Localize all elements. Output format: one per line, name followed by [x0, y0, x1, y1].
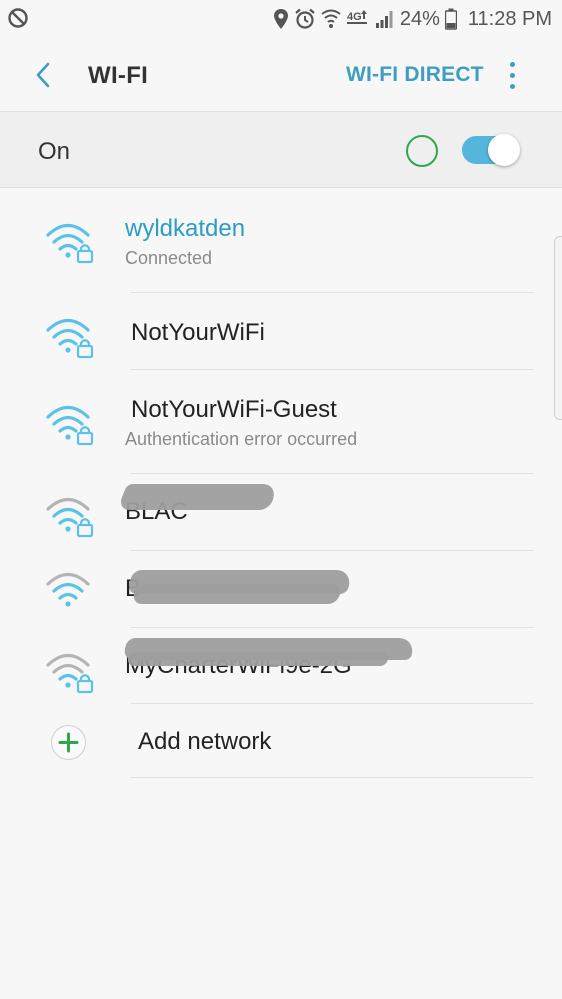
wifi-toggle[interactable]	[462, 134, 520, 166]
redaction-smudge	[127, 652, 389, 666]
signal-icon	[375, 11, 393, 28]
chevron-left-icon	[36, 62, 50, 88]
more-dot-icon	[509, 72, 515, 78]
network-status: Connected	[125, 248, 213, 268]
wifi-medium-icon	[46, 572, 90, 607]
network-item[interactable]: NotYourWiFi	[0, 293, 562, 370]
wifi-secured-full-icon	[46, 318, 94, 359]
plus-icon	[51, 725, 86, 760]
redaction-smudge	[131, 584, 343, 604]
clock: 11:28 PM	[467, 7, 552, 30]
alarm-icon	[295, 8, 315, 29]
more-options-button[interactable]	[500, 58, 524, 92]
network-status: Authentication error occurred	[125, 429, 358, 449]
wifi-calling-icon	[321, 9, 341, 28]
4g-lte-icon: 4G	[346, 10, 367, 24]
battery-percent: 24%	[399, 7, 440, 30]
wifi-secured-medium-icon	[46, 497, 94, 538]
wifi-secured-full-icon	[46, 405, 94, 446]
network-item[interactable]: B	[0, 551, 562, 628]
network-name: wyldkatden	[125, 215, 246, 242]
wifi-secured-full-icon	[46, 223, 94, 264]
scanning-indicator-icon	[406, 135, 438, 167]
wifi-secured-low-icon	[46, 653, 94, 694]
add-network-label: Add network	[138, 728, 272, 755]
network-item[interactable]: BLAC	[0, 474, 562, 551]
back-button[interactable]	[26, 58, 60, 92]
divider	[131, 777, 534, 778]
network-item[interactable]: MyCharterWiFi9e-2G	[0, 628, 562, 704]
more-dot-icon	[509, 61, 515, 67]
network-name: NotYourWiFi-Guest	[131, 396, 337, 423]
add-network-item[interactable]: Add network	[0, 704, 562, 778]
redaction-smudge	[116, 484, 280, 510]
status-bar: 4G 24% 11:28 PM	[0, 0, 562, 38]
location-icon	[273, 9, 288, 29]
network-item[interactable]: NotYourWiFi-Guest Authentication error o…	[0, 370, 562, 474]
svg-text:4G: 4G	[347, 11, 362, 23]
toggle-knob	[488, 134, 520, 166]
switch-state-label: On	[38, 138, 71, 165]
scroll-handle[interactable]	[554, 236, 562, 420]
wifi-direct-button[interactable]: WI-FI DIRECT	[346, 63, 484, 87]
network-name: NotYourWiFi	[131, 319, 265, 346]
more-dot-icon	[509, 83, 515, 89]
app-bar: WI-FI WI-FI DIRECT	[0, 38, 562, 112]
plus-glyph-icon	[58, 732, 79, 753]
network-item[interactable]: wyldkatden Connected	[0, 188, 562, 293]
page-title: WI-FI	[88, 62, 149, 89]
do-not-disturb-icon	[8, 8, 28, 28]
battery-icon	[444, 8, 457, 30]
